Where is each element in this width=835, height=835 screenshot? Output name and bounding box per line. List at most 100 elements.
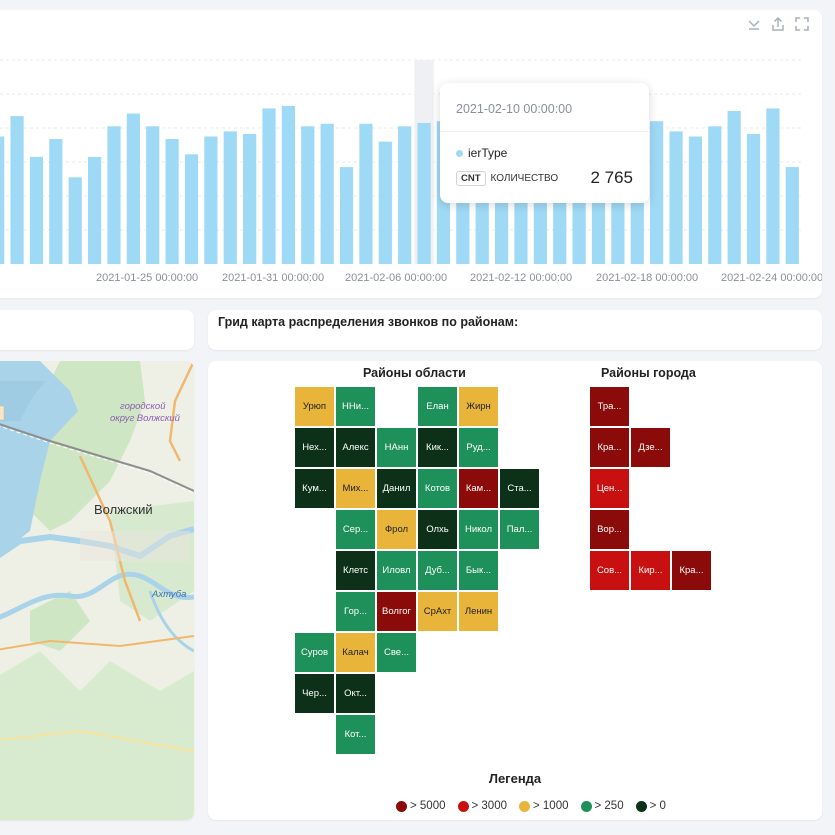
grid-cell[interactable]: Чер... — [295, 674, 334, 713]
oblast-title: Районы области — [363, 366, 466, 380]
series-color-dot — [456, 149, 463, 157]
map-panel[interactable]: 9 городской округ Волжский Волжский Ахту… — [0, 361, 194, 820]
grid-cell[interactable]: Суров — [295, 633, 334, 672]
legend: > 5000 > 3000 > 1000 > 250 > 0 — [396, 800, 666, 812]
grid-map-panel: Районы области Районы города Урюп ННи... Е… — [208, 361, 822, 820]
grid-cell[interactable]: Сов... — [590, 551, 629, 590]
grid-cell[interactable]: Котов — [418, 469, 457, 508]
x-tick-label: 2021-02-24 00:00:00 — [721, 272, 822, 284]
legend-dot — [580, 800, 592, 812]
chart-tooltip: 2021-02-10 00:00:00 ierType CNT КОЛИЧЕСТ… — [440, 83, 649, 203]
x-tick-label: 2021-02-18 00:00:00 — [596, 272, 698, 284]
bar — [688, 136, 702, 264]
grid-cell[interactable]: Кра... — [590, 428, 629, 467]
grid-cell[interactable]: Жирн — [459, 387, 498, 426]
bar-chart: 002021-01-25 00:00:002021-01-31 00:00:00… — [0, 59, 822, 284]
bar — [29, 156, 44, 264]
grid-cell[interactable]: НАнн — [377, 428, 416, 467]
bar — [281, 105, 295, 265]
grid-cell[interactable]: Ленин — [459, 592, 498, 631]
tooltip-series-name: ierType — [468, 146, 508, 160]
grid-cell[interactable]: Данил — [377, 469, 416, 508]
bar — [669, 131, 683, 264]
grid-cell[interactable]: Нех... — [295, 428, 334, 467]
grid-cell[interactable]: Фрол — [377, 510, 416, 549]
tooltip-value: 2 765 — [590, 168, 633, 187]
grid-cell[interactable]: Окт... — [336, 674, 375, 713]
osm-map[interactable]: 9 городской округ Волжский Волжский Ахту… — [0, 361, 194, 820]
map-district-label-2: округ Волжский — [110, 413, 181, 424]
grid-cell[interactable]: Дуб... — [418, 551, 457, 590]
legend-item[interactable]: > 3000 — [457, 800, 507, 812]
grid-cell[interactable]: Иловл — [377, 551, 416, 590]
legend-dot — [635, 800, 647, 812]
grid-cell[interactable]: Мих... — [336, 469, 375, 508]
x-tick-label: 2021-01-25 00:00:00 — [96, 272, 198, 284]
legend-item[interactable]: > 0 — [635, 800, 666, 812]
bar — [107, 126, 121, 264]
grid-cell[interactable]: Руд... — [459, 428, 498, 467]
grid-cell[interactable]: Елан — [418, 387, 457, 426]
bar — [398, 126, 412, 264]
grid-cell[interactable]: Кам... — [459, 469, 498, 508]
tooltip-metric: КОЛИЧЕСТВО — [490, 172, 559, 184]
bar — [146, 126, 160, 264]
bar — [262, 108, 276, 264]
grid-cell[interactable]: Кир... — [631, 551, 670, 590]
grid-cell[interactable]: Кик... — [418, 428, 457, 467]
grid-cell[interactable]: СрАхт — [418, 592, 457, 631]
bar — [68, 177, 82, 264]
grid-cell[interactable]: Волгог — [377, 592, 416, 631]
tooltip-value-row: CNT КОЛИЧЕСТВО 2 765 — [456, 168, 633, 188]
grid-cell[interactable]: Кра... — [672, 551, 711, 590]
map-district-label: городской — [120, 401, 166, 412]
grid-cell[interactable]: Кот... — [336, 715, 375, 754]
tooltip-series: ierType — [456, 146, 507, 160]
bar — [766, 108, 780, 264]
grid-cell[interactable]: Тра... — [590, 387, 629, 426]
grid-cell[interactable]: Урюп — [295, 387, 334, 426]
bar — [746, 133, 761, 264]
x-tick-label: 2021-02-06 00:00:00 — [345, 272, 447, 284]
bar — [359, 123, 373, 264]
bar — [165, 139, 179, 264]
grid-cell[interactable]: Дзе... — [631, 428, 670, 467]
bar — [417, 122, 431, 264]
grid-cell[interactable]: Вор... — [590, 510, 629, 549]
grid-cell[interactable]: Калач — [336, 633, 375, 672]
grid-cell[interactable]: Пал... — [500, 510, 539, 549]
x-tick-label: 2021-02-12 00:00:00 — [470, 272, 572, 284]
bar — [785, 167, 799, 264]
grid-cell[interactable]: ННи... — [336, 387, 375, 426]
grid-cell[interactable]: Кум... — [295, 469, 334, 508]
bar — [708, 126, 722, 264]
grid-cell[interactable]: Никол — [459, 510, 498, 549]
tooltip-badge: CNT — [456, 170, 486, 186]
grid-cell[interactable]: Алекс — [336, 428, 375, 467]
grid-cell[interactable]: Бык... — [459, 551, 498, 590]
legend-item[interactable]: > 5000 — [396, 800, 446, 812]
legend-label: > 1000 — [533, 800, 569, 812]
map-title-panel — [0, 310, 194, 350]
bar — [301, 126, 315, 264]
legend-label: > 0 — [649, 800, 666, 812]
tooltip-divider — [440, 131, 649, 132]
legend-item[interactable]: > 1000 — [519, 800, 569, 812]
grid-map-title: Грид карта распределения звонков по райо… — [218, 315, 519, 329]
grid-cell[interactable]: Све... — [377, 633, 416, 672]
grid-cell[interactable]: Ста... — [500, 469, 539, 508]
x-tick-label: 2021-01-31 00:00:00 — [222, 272, 324, 284]
grid-cell[interactable]: Гор... — [336, 592, 375, 631]
bar — [204, 136, 218, 264]
legend-dot — [396, 800, 407, 812]
bar — [727, 111, 741, 264]
grid-cell[interactable]: Сер... — [336, 510, 375, 549]
grid-cell[interactable]: Цен... — [590, 469, 629, 508]
bar — [10, 116, 24, 264]
bar — [49, 139, 63, 264]
bar — [378, 141, 392, 264]
bar — [184, 154, 199, 264]
grid-cell[interactable]: Клетс — [336, 551, 375, 590]
grid-cell[interactable]: Олхь — [418, 510, 457, 549]
legend-item[interactable]: > 250 — [580, 800, 624, 812]
